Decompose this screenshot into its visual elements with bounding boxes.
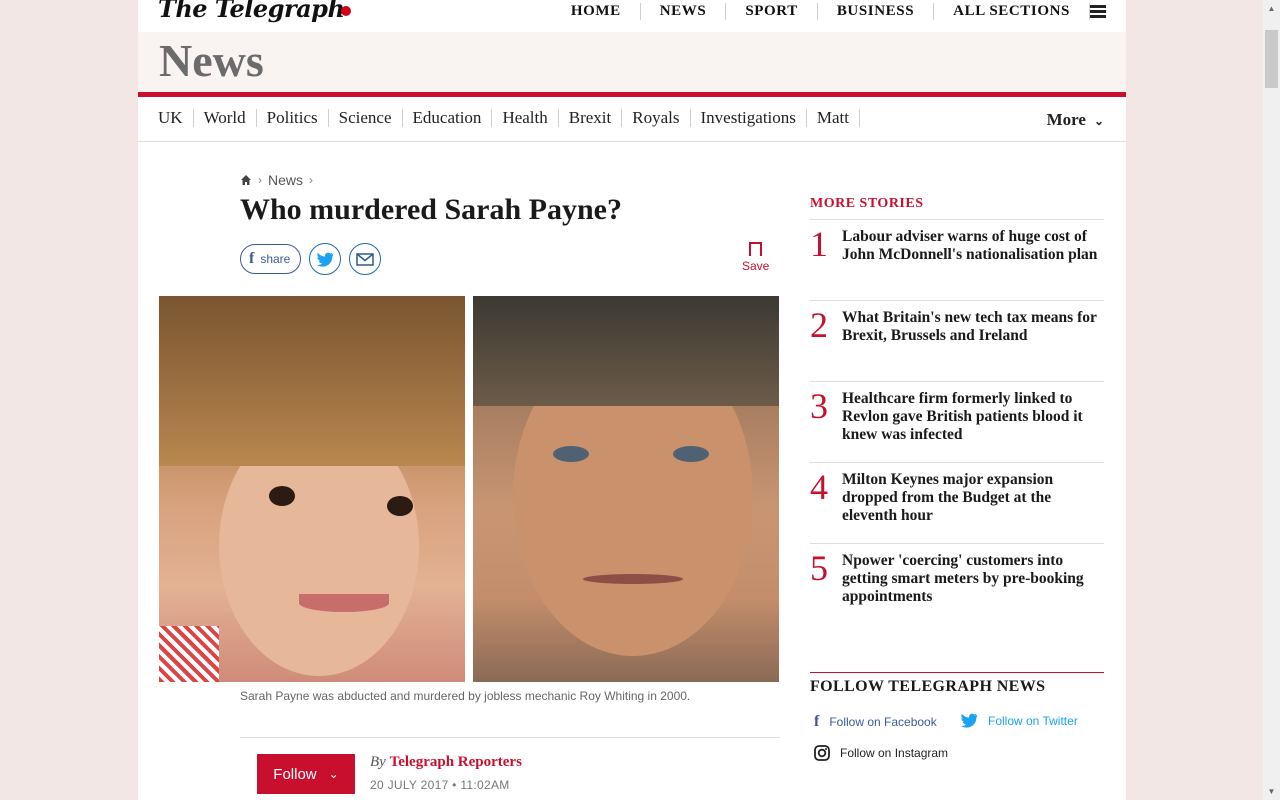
scroll-down-arrow-icon[interactable]: ▼ xyxy=(1263,783,1280,800)
save-button[interactable]: Save xyxy=(742,242,769,273)
topnav-home[interactable]: HOME xyxy=(552,3,641,20)
bookmark-icon xyxy=(749,242,763,260)
author-link[interactable]: Telegraph Reporters xyxy=(390,754,522,770)
story-number: 2 xyxy=(810,305,828,345)
scrollbar-thumb[interactable] xyxy=(1265,30,1278,88)
byline-prefix: By xyxy=(370,754,386,770)
save-label: Save xyxy=(742,259,770,273)
photo-eye xyxy=(387,496,413,516)
photo-roy-whiting xyxy=(473,296,779,682)
subnav-item-royals[interactable]: Royals xyxy=(622,109,691,127)
story-title[interactable]: Healthcare firm formerly linked to Revlo… xyxy=(842,390,1098,444)
instagram-follow-label: Follow on Instagram xyxy=(840,746,949,760)
facebook-share-button[interactable]: f share xyxy=(240,244,302,274)
poppy-icon xyxy=(341,5,352,16)
twitter-icon xyxy=(317,252,334,267)
subnav-item-politics[interactable]: Politics xyxy=(257,109,329,127)
topnav-news[interactable]: NEWS xyxy=(641,3,727,20)
image-caption: Sarah Payne was abducted and murdered by… xyxy=(240,689,691,703)
breadcrumb-news[interactable]: News xyxy=(268,172,303,188)
story-item[interactable]: 2 What Britain's new tech tax means for … xyxy=(810,300,1104,381)
story-number: 1 xyxy=(810,224,828,264)
facebook-icon: f xyxy=(249,250,255,267)
subnav-item-uk[interactable]: UK xyxy=(158,109,194,127)
subnav-item-investigations[interactable]: Investigations xyxy=(691,109,807,127)
facebook-follow-label: Follow on Facebook xyxy=(829,715,937,729)
breadcrumb: › News › xyxy=(240,172,319,188)
story-number: 3 xyxy=(810,386,828,426)
more-stories-heading: MORE STORIES xyxy=(810,196,924,211)
breadcrumb-separator: › xyxy=(309,173,314,187)
byline: By Telegraph Reporters xyxy=(370,754,522,771)
share-label: share xyxy=(260,252,291,266)
subnav-item-health[interactable]: Health xyxy=(492,109,559,127)
chevron-down-icon: ⌄ xyxy=(328,767,339,781)
story-item[interactable]: 1 Labour adviser warns of huge cost of J… xyxy=(810,219,1104,300)
top-navigation: HOME NEWS SPORT BUSINESS ALL SECTIONS xyxy=(552,3,1106,20)
photo-dress-pattern xyxy=(159,626,219,682)
chevron-down-icon: ⌄ xyxy=(1093,114,1104,128)
story-title[interactable]: What Britain's new tech tax means for Br… xyxy=(842,309,1098,345)
subnav-item-world[interactable]: World xyxy=(194,109,257,127)
more-stories-list: 1 Labour adviser warns of huge cost of J… xyxy=(810,219,1104,624)
follow-twitter-link[interactable]: Follow on Twitter xyxy=(960,713,1078,728)
article-headline: Who murdered Sarah Payne? xyxy=(240,193,622,226)
page-scrollbar[interactable]: ▲ ▼ xyxy=(1263,0,1280,800)
story-item[interactable]: 4 Milton Keynes major expansion dropped … xyxy=(810,462,1104,543)
top-bar: The Telegraph HOME NEWS SPORT BUSINESS A… xyxy=(138,0,1126,32)
story-item[interactable]: 3 Healthcare firm formerly linked to Rev… xyxy=(810,381,1104,462)
follow-label: Follow xyxy=(273,765,317,783)
follow-heading: FOLLOW TELEGRAPH NEWS xyxy=(810,672,1104,696)
logo-text: The Telegraph xyxy=(158,0,345,23)
publish-date: 20 JULY 2017 • 11:02AM xyxy=(370,778,510,792)
subnav-item-science[interactable]: Science xyxy=(329,109,403,127)
scroll-up-arrow-icon[interactable]: ▲ xyxy=(1263,0,1280,17)
section-header: News xyxy=(138,32,1126,92)
menu-icon[interactable] xyxy=(1090,5,1106,18)
story-title[interactable]: Labour adviser warns of huge cost of Joh… xyxy=(842,228,1098,264)
story-title[interactable]: Npower 'coercing' customers into getting… xyxy=(842,552,1098,606)
sub-navigation: UK World Politics Science Education Heal… xyxy=(138,97,1126,142)
section-title[interactable]: News xyxy=(159,34,264,87)
follow-instagram-link[interactable]: Follow on Instagram xyxy=(814,745,948,761)
email-icon xyxy=(356,252,375,266)
twitter-icon xyxy=(960,713,978,728)
twitter-follow-label: Follow on Twitter xyxy=(988,713,1078,728)
story-number: 5 xyxy=(810,548,828,588)
breadcrumb-separator: › xyxy=(258,173,262,187)
photo-eye xyxy=(673,446,709,462)
twitter-share-button[interactable] xyxy=(309,243,342,275)
telegraph-logo[interactable]: The Telegraph xyxy=(158,0,352,23)
photo-eye xyxy=(269,486,295,506)
subnav-item-matt[interactable]: Matt xyxy=(807,109,860,127)
subnav-item-education[interactable]: Education xyxy=(403,109,493,127)
photo-hair-region xyxy=(473,296,779,406)
story-number: 4 xyxy=(810,467,828,507)
photo-mouth xyxy=(583,574,683,584)
topnav-business[interactable]: BUSINESS xyxy=(818,3,935,20)
subnav-item-brexit[interactable]: Brexit xyxy=(559,109,623,127)
share-bar: f share xyxy=(240,243,389,275)
topnav-sport[interactable]: SPORT xyxy=(726,3,818,20)
photo-mouth xyxy=(299,594,389,612)
byline-divider xyxy=(240,737,780,738)
follow-facebook-link[interactable]: f Follow on Facebook xyxy=(814,713,937,731)
follow-button[interactable]: Follow ⌄ xyxy=(257,754,355,794)
instagram-icon xyxy=(814,745,830,761)
photo-eye xyxy=(553,446,589,462)
topnav-all-sections[interactable]: ALL SECTIONS xyxy=(934,3,1090,20)
story-item[interactable]: 5 Npower 'coercing' customers into getti… xyxy=(810,543,1104,624)
email-share-button[interactable] xyxy=(349,243,382,275)
home-icon[interactable] xyxy=(240,174,252,186)
photo-hair-region xyxy=(159,296,465,466)
facebook-icon: f xyxy=(814,713,820,730)
subnav-more-button[interactable]: More ⌄ xyxy=(1047,110,1104,130)
photo-sarah-payne xyxy=(159,296,465,682)
page: The Telegraph HOME NEWS SPORT BUSINESS A… xyxy=(138,0,1126,800)
story-title[interactable]: Milton Keynes major expansion dropped fr… xyxy=(842,471,1098,525)
more-label: More xyxy=(1046,110,1086,129)
